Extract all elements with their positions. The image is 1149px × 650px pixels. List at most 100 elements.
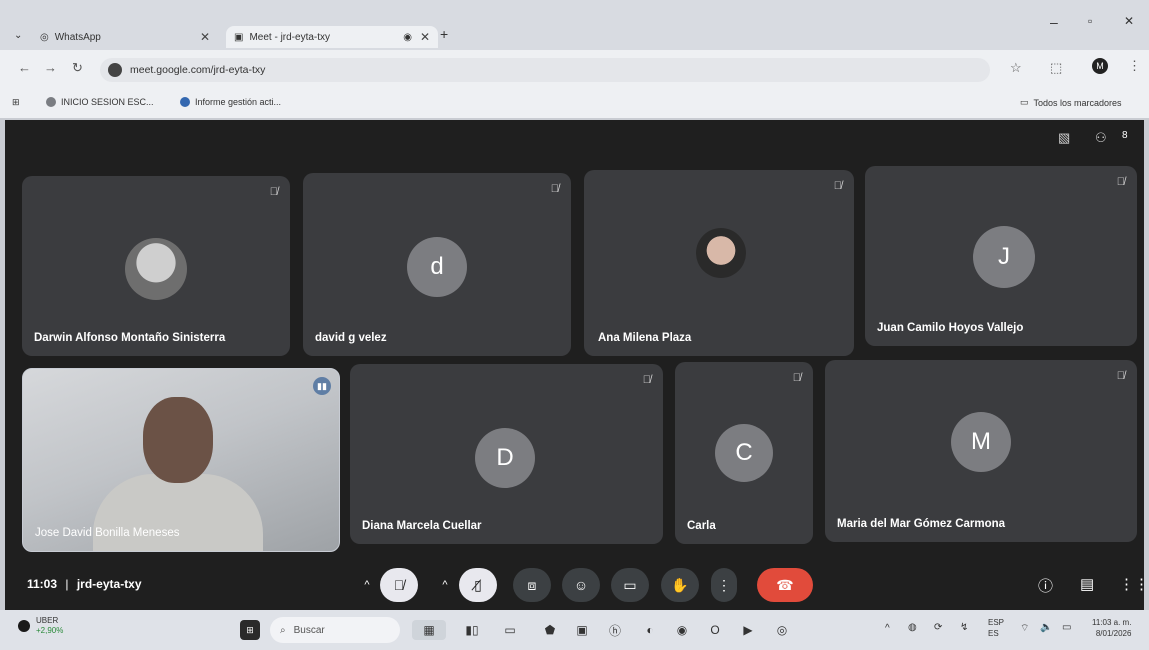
avatar: M — [951, 412, 1011, 472]
tray-app-icon[interactable]: ◍ — [908, 622, 917, 633]
forward-icon[interactable]: → — [44, 60, 57, 75]
avatar — [125, 238, 187, 300]
muted-icon: 🎙̸ — [833, 180, 842, 192]
participants-icon[interactable]: ⚇ — [1095, 130, 1107, 146]
extensions-icon[interactable]: ⬚ — [1050, 60, 1062, 76]
audio-options-icon[interactable]: ^ — [357, 568, 377, 602]
meet-tab-icon: ▣ — [234, 31, 244, 43]
separator: | — [65, 577, 69, 591]
meeting-info: 11:03 | jrd-eyta-txy — [27, 577, 142, 591]
taskbar-clock[interactable]: 11:03 a. m. 8/01/2026 — [1092, 617, 1131, 639]
avatar: d — [407, 237, 467, 297]
back-icon[interactable]: ← — [18, 60, 31, 75]
participant-tile[interactable]: 🎙̸ D Diana Marcela Cuellar — [350, 364, 663, 544]
all-bookmarks-label: Todos los marcadores — [1033, 97, 1122, 108]
leave-call-button[interactable]: ☎ — [757, 568, 813, 602]
all-bookmarks[interactable]: ▭ Todos los marcadores — [1020, 97, 1122, 108]
meet-control-bar: 11:03 | jrd-eyta-txy ^ 🎙̸ ^ ▯̸ ⧈ ☺ ▭ ✋ ⋮… — [5, 560, 1149, 610]
windows-taskbar: UBER +2,90% ⊞ ⌕ Buscar ▦ ▮▯ ▭ ⬟ ▣ ⓗ ◐ ◉ … — [0, 610, 1149, 650]
activities-icon[interactable]: ⋮⋮ — [1119, 575, 1149, 593]
chrome-app-icon[interactable]: ◉ — [672, 620, 692, 640]
language-indicator[interactable]: ESP ES — [988, 617, 1004, 639]
meeting-time: 11:03 — [27, 577, 58, 591]
bookmark-item[interactable]: INICIO SESION ESC... — [46, 97, 154, 107]
edge-icon[interactable]: ◐ — [640, 620, 660, 640]
participant-tile[interactable]: 🎙̸ J Juan Camilo Hoyos Vallejo — [865, 166, 1137, 346]
meeting-code: jrd-eyta-txy — [76, 577, 142, 591]
speaking-indicator-icon: ▮▮ — [313, 377, 331, 395]
opera-icon[interactable]: O — [705, 620, 725, 640]
task-view-icon[interactable]: ▮▯ — [462, 620, 482, 640]
meeting-details-icon[interactable]: ⓘ — [1038, 575, 1053, 596]
raise-hand-button[interactable]: ✋ — [661, 568, 699, 602]
apps-grid-icon[interactable]: ⊞ — [12, 97, 20, 108]
close-tab-icon[interactable]: ✕ — [200, 30, 210, 44]
bookmark-label: Informe gestión acti... — [195, 97, 282, 107]
maximize-icon[interactable]: ▫ — [1088, 14, 1092, 28]
weather-widget[interactable]: UBER +2,90% — [18, 616, 63, 636]
hp-icon[interactable]: ⓗ — [605, 620, 625, 640]
muted-icon: 🎙̸ — [1116, 176, 1125, 188]
muted-icon: 🎙̸ — [1116, 370, 1125, 382]
minimize-icon[interactable]: – — [1050, 14, 1058, 30]
wifi-icon[interactable]: ⌔ — [1020, 622, 1029, 635]
calendar-app-icon[interactable]: ▣ — [572, 620, 592, 640]
participant-name: david g velez — [315, 332, 387, 344]
youtube-icon[interactable]: ▶ — [738, 620, 758, 640]
present-screen-button[interactable]: ⧈ — [513, 568, 551, 602]
layout-icon[interactable]: ▧ — [1058, 130, 1070, 146]
tab-meet[interactable]: ▣ Meet - jrd-eyta-txy ◉ ✕ — [226, 26, 438, 48]
clock-date: 8/01/2026 — [1095, 629, 1132, 638]
muted-icon: 🎙̸ — [642, 374, 651, 386]
participant-tile[interactable]: 🎙̸ Darwin Alfonso Montaño Sinisterra — [22, 176, 290, 356]
start-button[interactable]: ⊞ — [240, 620, 260, 640]
battery-icon[interactable]: ▭ — [1062, 622, 1071, 633]
recording-indicator-icon: ◉ — [403, 31, 412, 43]
folder-icon: ▭ — [1020, 97, 1029, 107]
reactions-button[interactable]: ☺ — [562, 568, 600, 602]
participant-name: Maria del Mar Gómez Carmona — [837, 518, 1006, 530]
bookmark-item[interactable]: Informe gestión acti... — [180, 97, 281, 107]
captions-button[interactable]: ▭ — [611, 568, 649, 602]
microphone-off-button[interactable]: 🎙̸ — [380, 568, 418, 602]
taskbar-search[interactable]: ⌕ Buscar — [270, 617, 400, 643]
search-placeholder: Buscar — [293, 624, 325, 636]
close-tab-icon[interactable]: ✕ — [420, 30, 430, 44]
participant-name: Ana Milena Plaza — [598, 332, 692, 344]
muted-icon: 🎙̸ — [550, 183, 559, 195]
participant-tile[interactable]: 🎙̸ M Maria del Mar Gómez Carmona — [825, 360, 1137, 542]
address-bar[interactable]: meet.google.com/jrd-eyta-txy — [100, 58, 990, 82]
participant-tile[interactable]: 🎙̸ Ana Milena Plaza — [584, 170, 854, 356]
participant-name: Jose David Bonilla Meneses — [35, 527, 180, 539]
muted-icon: 🎙̸ — [269, 186, 278, 198]
tray-overflow-icon[interactable]: ^ — [885, 623, 890, 634]
bookmark-label: INICIO SESION ESC... — [61, 97, 154, 107]
close-window-icon[interactable]: ✕ — [1124, 14, 1134, 28]
widgets-icon[interactable]: ▦ — [412, 620, 446, 640]
bookmark-favicon-icon — [46, 97, 56, 107]
reload-icon[interactable]: ↻ — [72, 60, 83, 76]
site-info-icon[interactable] — [108, 63, 122, 77]
new-tab-icon[interactable]: + — [440, 26, 448, 42]
tab-whatsapp[interactable]: ◎ WhatsApp ✕ — [40, 26, 210, 48]
browser-menu-icon[interactable]: ⋮ — [1128, 58, 1141, 74]
video-options-icon[interactable]: ^ — [435, 568, 455, 602]
bookmark-star-icon[interactable]: ☆ — [1010, 60, 1022, 76]
video-feed — [93, 474, 263, 551]
profile-avatar[interactable]: M — [1092, 58, 1108, 74]
store-icon[interactable]: ⬟ — [540, 620, 560, 640]
participant-tile-video[interactable]: ▮▮ Jose David Bonilla Meneses — [22, 368, 340, 552]
chrome-icon[interactable]: ◎ — [772, 620, 792, 640]
chat-icon[interactable]: ▤ — [1080, 575, 1094, 593]
participant-tile[interactable]: 🎙̸ d david g velez — [303, 173, 571, 356]
tab-search-icon[interactable]: ⌄ — [14, 30, 22, 41]
tray-sync-icon[interactable]: ⟳ — [934, 622, 942, 633]
more-options-button[interactable]: ⋮ — [711, 568, 737, 602]
tray-usb-icon[interactable]: ↯ — [960, 622, 968, 633]
volume-icon[interactable]: 🔈 — [1040, 622, 1052, 633]
camera-off-button[interactable]: ▯̸ — [459, 568, 497, 602]
participant-tile[interactable]: 🎙̸ C Carla — [675, 362, 813, 544]
file-explorer-icon[interactable]: ▭ — [500, 620, 520, 640]
participant-name: Juan Camilo Hoyos Vallejo — [877, 322, 1024, 334]
url-text: meet.google.com/jrd-eyta-txy — [130, 64, 266, 76]
